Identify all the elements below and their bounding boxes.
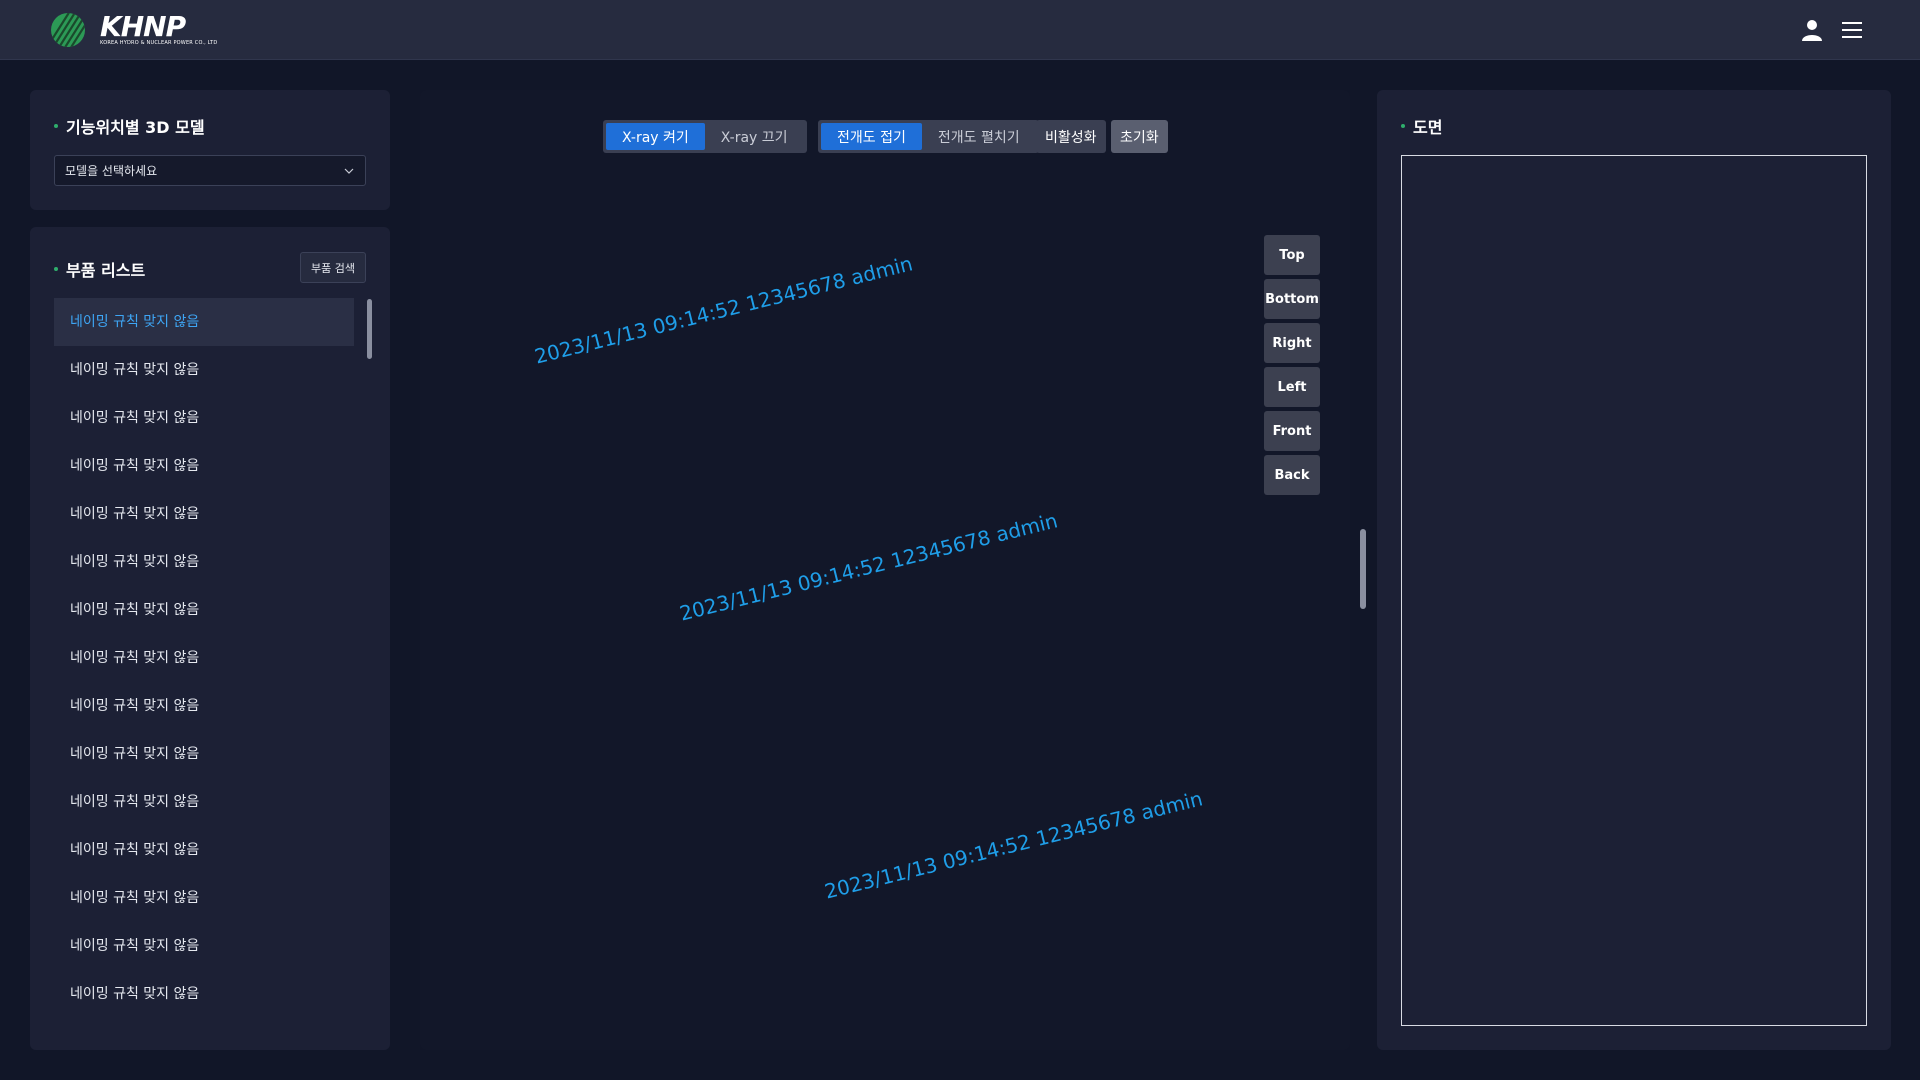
logo-subtitle: KOREA HYDRO & NUCLEAR POWER CO., LTD [100,40,218,46]
list-item[interactable]: 네이밍 규칙 맞지 않음 [54,922,354,970]
list-item[interactable]: 네이밍 규칙 맞지 않음 [54,346,354,394]
user-icon[interactable] [1799,17,1825,43]
parts-list-scrollbar[interactable] [367,299,372,359]
xray-off-button[interactable]: X-ray 끄기 [705,123,804,150]
view-front-button[interactable]: Front [1264,411,1320,451]
fold-button[interactable]: 전개도 접기 [821,123,922,150]
model-panel-title-text: 기능위치별 3D 모델 [66,118,205,137]
list-item[interactable]: 네이밍 규칙 맞지 않음 [54,538,354,586]
list-item[interactable]: 네이밍 규칙 맞지 않음 [54,826,354,874]
khnp-logo-mark-icon [51,13,85,47]
view-back-button[interactable]: Back [1264,455,1320,495]
title-bullet [54,266,58,271]
model-panel-title: 기능위치별 3D 모델 [54,114,205,138]
title-bullet [1401,123,1405,128]
viewer-scrollbar[interactable] [1360,529,1366,609]
parts-panel-title: 부품 리스트 [54,257,145,281]
view-top-button[interactable]: Top [1264,235,1320,275]
unfold-button[interactable]: 전개도 펼치기 [922,123,1036,150]
drawing-panel-title: 도면 [1401,114,1442,138]
view-left-button[interactable]: Left [1264,367,1320,407]
parts-list[interactable]: 네이밍 규칙 맞지 않음 네이밍 규칙 맞지 않음 네이밍 규칙 맞지 않음 네이밍 … [54,298,354,1038]
khnp-logo[interactable]: KHNP KOREA HYDRO & NUCLEAR POWER CO., LT… [40,11,217,49]
list-item[interactable]: 네이밍 규칙 맞지 않음 [54,634,354,682]
model-select-value: 모델을 선택하세요 [65,164,158,178]
list-item[interactable]: 네이밍 규칙 맞지 않음 [54,778,354,826]
drawing-panel-title-text: 도면 [1413,118,1443,137]
view-right-button[interactable]: Right [1264,323,1320,363]
model-select[interactable]: 모델을 선택하세요 [54,155,366,186]
hamburger-menu-icon[interactable] [1839,17,1865,43]
chevron-down-icon [344,168,354,174]
parts-panel-title-text: 부품 리스트 [66,261,146,280]
model-panel: 기능위치별 3D 모델 모델을 선택하세요 [30,90,390,210]
list-item[interactable]: 네이밍 규칙 맞지 않음 [54,970,354,1018]
fold-toggle-group: 전개도 접기 전개도 펼치기 [818,120,1039,153]
xray-toggle-group: X-ray 켜기 X-ray 끄기 [603,120,807,153]
list-item[interactable]: 네이밍 규칙 맞지 않음 [54,298,354,346]
view-bottom-button[interactable]: Bottom [1264,279,1320,319]
drawing-canvas[interactable] [1401,155,1867,1026]
logo-wordmark: KHNP [100,10,186,43]
list-item[interactable]: 네이밍 규칙 맞지 않음 [54,442,354,490]
list-item[interactable]: 네이밍 규칙 맞지 않음 [54,394,354,442]
list-item[interactable]: 네이밍 규칙 맞지 않음 [54,730,354,778]
parts-panel: 부품 리스트 부품 검색 네이밍 규칙 맞지 않음 네이밍 규칙 맞지 않음 네이밍… [30,227,390,1050]
title-bullet [54,123,58,128]
list-item[interactable]: 네이밍 규칙 맞지 않음 [54,874,354,922]
list-item[interactable]: 네이밍 규칙 맞지 않음 [54,586,354,634]
list-item[interactable]: 네이밍 규칙 맞지 않음 [54,682,354,730]
top-header: KHNP KOREA HYDRO & NUCLEAR POWER CO., LT… [0,0,1920,60]
deactivate-button[interactable]: 비활성화 [1036,120,1106,153]
xray-on-button[interactable]: X-ray 켜기 [606,123,705,150]
reset-button[interactable]: 초기화 [1111,120,1168,153]
drawing-panel: 도면 [1377,90,1891,1050]
list-item[interactable]: 네이밍 규칙 맞지 않음 [54,490,354,538]
part-search-button[interactable]: 부품 검색 [300,252,366,283]
